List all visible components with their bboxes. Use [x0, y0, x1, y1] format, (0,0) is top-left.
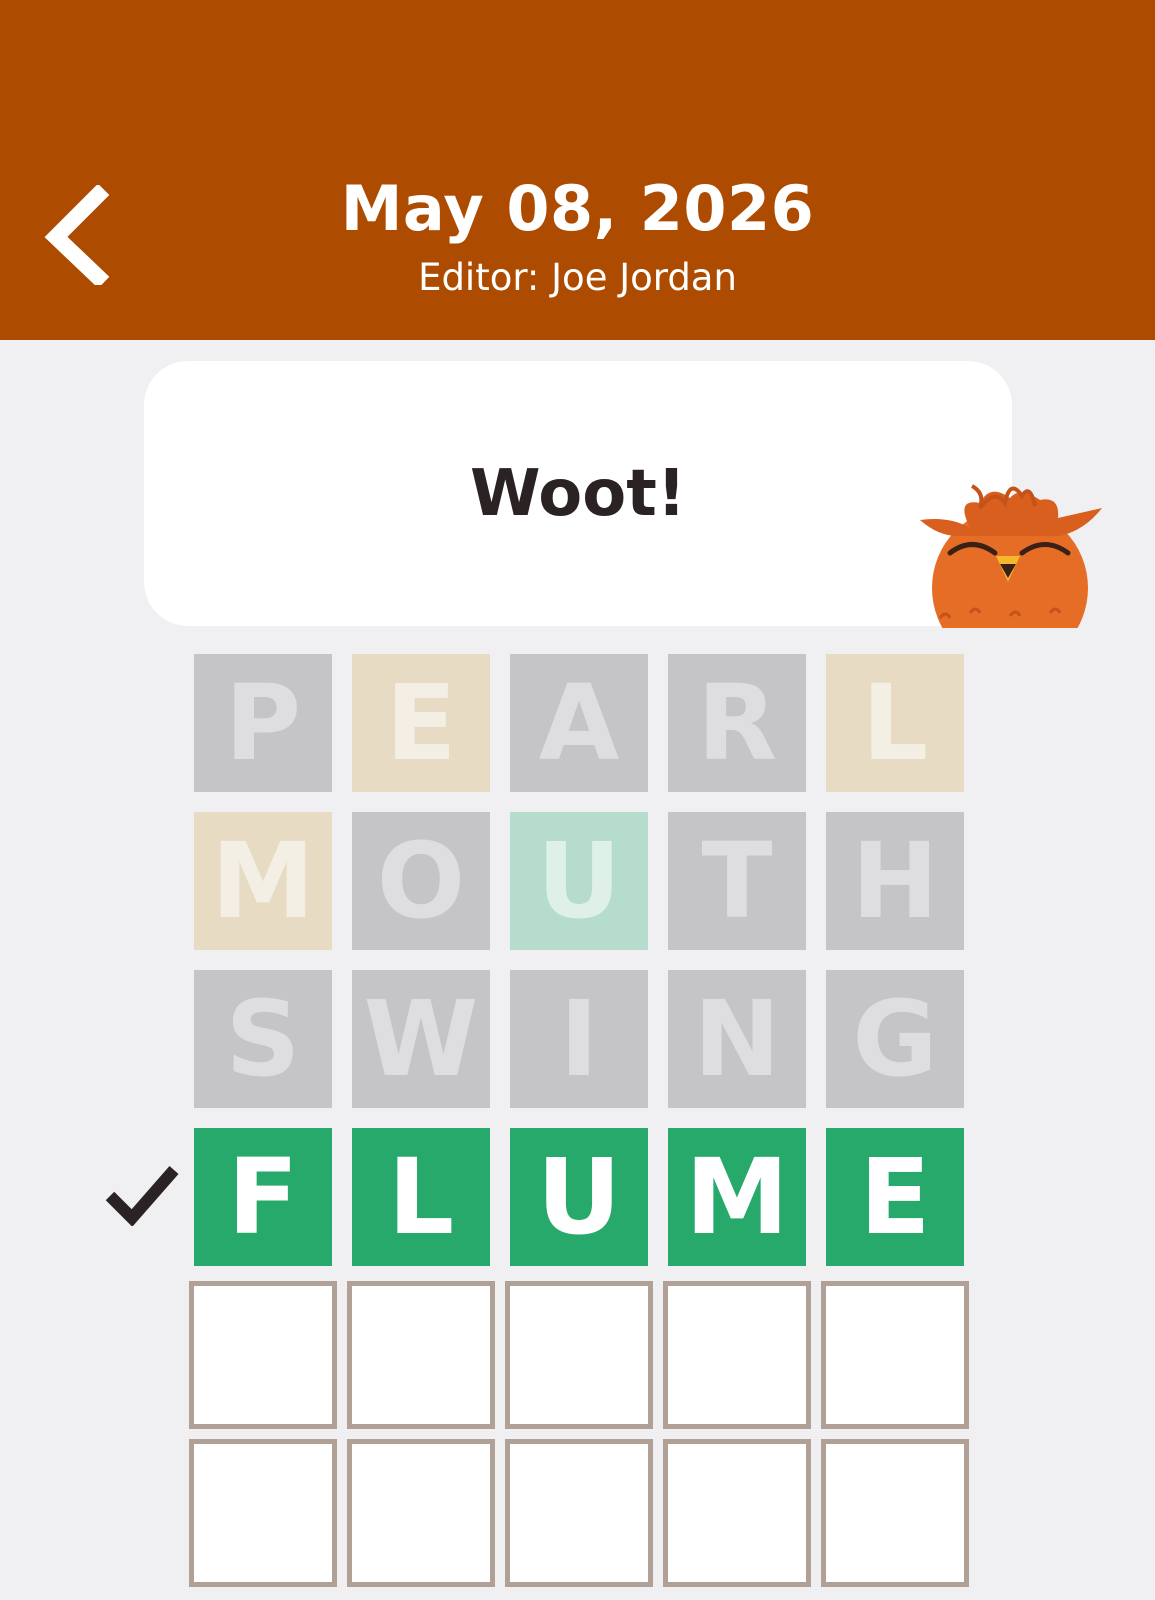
editor-credit: Editor: Joe Jordan: [418, 256, 737, 299]
tile-r5-c5: [821, 1281, 969, 1429]
checkmark-icon: [105, 1166, 179, 1226]
tile-r3-c5: G: [826, 970, 964, 1108]
tile-r6-c5: [821, 1439, 969, 1587]
tile-r1-c3: A: [510, 654, 648, 792]
tile-r2-c3: U: [510, 812, 648, 950]
tile-r6-c4: [663, 1439, 811, 1587]
tile-r1-c2: E: [352, 654, 490, 792]
tile-r2-c4: T: [668, 812, 806, 950]
tile-r6-c2: [347, 1439, 495, 1587]
tile-r5-c4: [663, 1281, 811, 1429]
tile-r1-c1: P: [194, 654, 332, 792]
tile-r4-c4: M: [668, 1128, 806, 1266]
tile-r2-c1: M: [194, 812, 332, 950]
tile-r2-c2: O: [352, 812, 490, 950]
tile-r3-c2: W: [352, 970, 490, 1108]
tile-r1-c5: L: [826, 654, 964, 792]
tile-r4-c1: F: [194, 1128, 332, 1266]
tile-r4-c2: L: [352, 1128, 490, 1266]
tile-r2-c5: H: [826, 812, 964, 950]
tile-r6-c3: [505, 1439, 653, 1587]
owl-mascot-icon: [920, 484, 1102, 628]
tile-r3-c3: I: [510, 970, 648, 1108]
tile-r6-c1: [189, 1439, 337, 1587]
tile-r4-c3: U: [510, 1128, 648, 1266]
tile-r5-c3: [505, 1281, 653, 1429]
tile-r4-c5: E: [826, 1128, 964, 1266]
tile-r3-c1: S: [194, 970, 332, 1108]
tile-r5-c1: [189, 1281, 337, 1429]
tile-r3-c4: N: [668, 970, 806, 1108]
puzzle-date: May 08, 2026: [340, 172, 815, 245]
header-bar: May 08, 2026 Editor: Joe Jordan: [0, 0, 1155, 340]
message-bubble: Woot!: [144, 361, 1012, 626]
message-text: Woot!: [469, 456, 687, 531]
tile-r1-c4: R: [668, 654, 806, 792]
tile-r5-c2: [347, 1281, 495, 1429]
